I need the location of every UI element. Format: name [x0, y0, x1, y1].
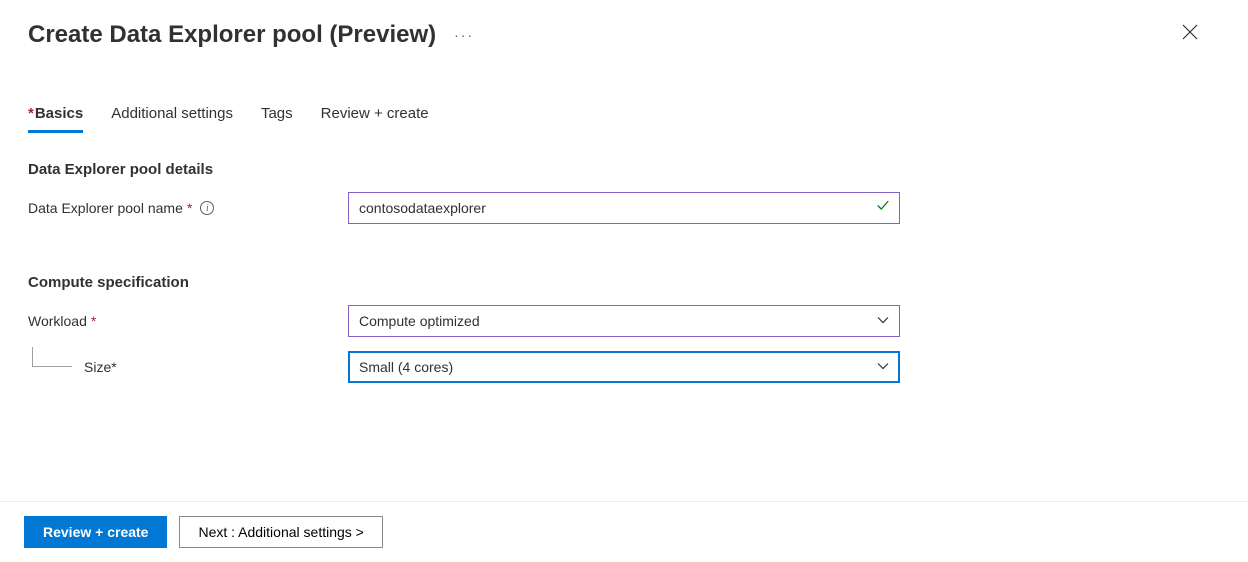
- tabs: *Basics Additional settings Tags Review …: [0, 105, 1248, 133]
- tab-label: Basics: [35, 105, 83, 122]
- size-select[interactable]: Small (4 cores): [348, 351, 900, 383]
- check-icon: [876, 199, 890, 218]
- more-icon[interactable]: ···: [454, 27, 474, 43]
- label-text: Workload: [28, 313, 87, 329]
- next-button[interactable]: Next : Additional settings >: [179, 516, 382, 548]
- label-text: Size: [84, 359, 111, 375]
- review-create-button[interactable]: Review + create: [24, 516, 167, 548]
- select-value: Small (4 cores): [359, 359, 453, 375]
- info-icon[interactable]: i: [200, 201, 214, 215]
- page-header: Create Data Explorer pool (Preview) ···: [0, 0, 1248, 53]
- pool-name-input[interactable]: [348, 192, 900, 224]
- tab-additional-settings[interactable]: Additional settings: [111, 105, 233, 133]
- row-size: Size * Small (4 cores): [28, 351, 1220, 383]
- chevron-down-icon: [877, 314, 889, 329]
- page-title: Create Data Explorer pool (Preview): [28, 21, 436, 49]
- tab-tags[interactable]: Tags: [261, 105, 293, 133]
- chevron-down-icon: [877, 360, 889, 375]
- section-title-compute: Compute specification: [28, 274, 1220, 291]
- label-text: Data Explorer pool name: [28, 200, 183, 216]
- label-size: Size *: [28, 359, 348, 375]
- label-pool-name: Data Explorer pool name * i: [28, 200, 348, 216]
- required-indicator: *: [28, 105, 34, 122]
- input-wrap-pool-name: [348, 192, 900, 224]
- section-title-details: Data Explorer pool details: [28, 161, 1220, 178]
- form-content: Data Explorer pool details Data Explorer…: [0, 161, 1248, 383]
- close-icon[interactable]: [1174, 16, 1206, 53]
- header-left: Create Data Explorer pool (Preview) ···: [28, 21, 474, 49]
- footer: Review + create Next : Additional settin…: [0, 501, 1248, 562]
- required-indicator: *: [111, 359, 116, 375]
- tab-review-create[interactable]: Review + create: [321, 105, 429, 133]
- workload-select[interactable]: Compute optimized: [348, 305, 900, 337]
- row-workload: Workload * Compute optimized: [28, 305, 1220, 337]
- tree-connector: [32, 347, 72, 367]
- tab-basics[interactable]: *Basics: [28, 105, 83, 133]
- row-pool-name: Data Explorer pool name * i: [28, 192, 1220, 224]
- required-indicator: *: [187, 200, 192, 216]
- required-indicator: *: [91, 313, 96, 329]
- select-value: Compute optimized: [359, 313, 480, 329]
- label-workload: Workload *: [28, 313, 348, 329]
